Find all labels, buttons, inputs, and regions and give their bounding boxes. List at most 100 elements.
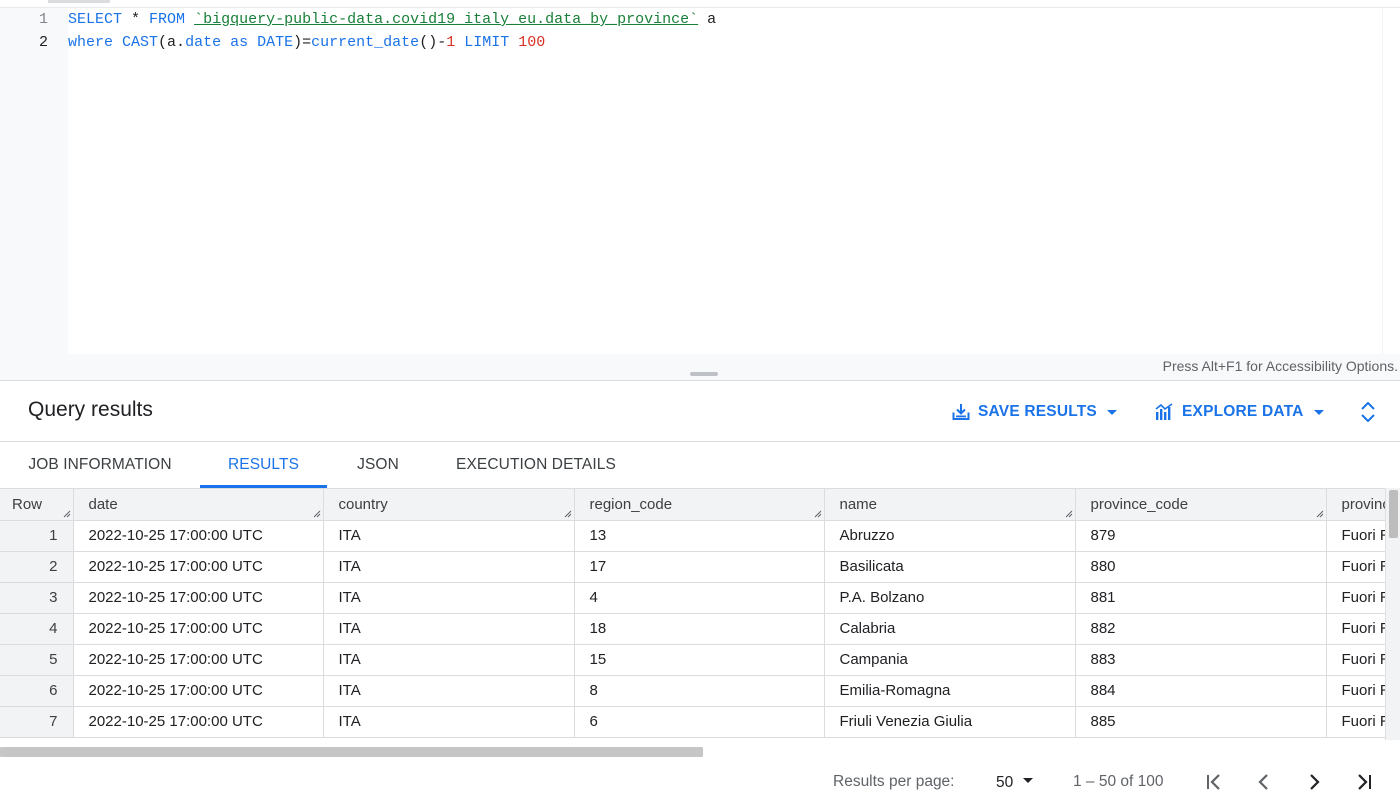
cell-province-code[interactable]: 881 xyxy=(1075,582,1327,614)
explore-data-label: EXPLORE DATA xyxy=(1182,403,1304,420)
keyword-limit: LIMIT xyxy=(464,34,510,51)
cell-date[interactable]: 2022-10-25 17:00:00 UTC xyxy=(73,706,324,738)
table-row[interactable]: 5 2022-10-25 17:00:00 UTC ITA 15 Campania 883… xyxy=(0,644,1385,676)
cell-province-name[interactable]: Fuori Regione / Provincia Autonoma xyxy=(1326,613,1385,645)
cell-country[interactable]: ITA xyxy=(323,675,575,707)
cell-region-code[interactable]: 15 xyxy=(574,644,825,676)
cell-province-code[interactable]: 879 xyxy=(1075,520,1327,552)
cell-name[interactable]: P.A. Bolzano xyxy=(824,582,1076,614)
table-row[interactable]: 6 2022-10-25 17:00:00 UTC ITA 8 Emilia-Romag… xyxy=(0,675,1385,707)
explore-data-button[interactable]: EXPLORE DATA xyxy=(1155,400,1326,424)
scrollbar-thumb[interactable] xyxy=(1389,490,1398,538)
cell-province-code[interactable]: 884 xyxy=(1075,675,1327,707)
cell-province-code[interactable]: 885 xyxy=(1075,706,1327,738)
cell-province-code[interactable]: 880 xyxy=(1075,551,1327,583)
cell-province-code[interactable]: 883 xyxy=(1075,644,1327,676)
column-header-region-code[interactable]: region_code xyxy=(574,489,825,521)
cell-date[interactable]: 2022-10-25 17:00:00 UTC xyxy=(73,520,324,552)
column-header-row[interactable]: Row xyxy=(0,489,74,521)
editor-scrollbar[interactable] xyxy=(1382,8,1400,354)
cell-region-code[interactable]: 18 xyxy=(574,613,825,645)
editor-resize-handle[interactable] xyxy=(690,372,718,376)
cell-name[interactable]: Campania xyxy=(824,644,1076,676)
results-per-page-select[interactable]: 50 xyxy=(996,773,1035,792)
sql-editor[interactable]: 1 2 SELECT * FROM `bigquery-public-data.… xyxy=(0,0,1400,380)
cell-region-code[interactable]: 8 xyxy=(574,675,825,707)
tab-execution-details[interactable]: EXECUTION DETAILS xyxy=(429,442,643,488)
cell-name[interactable]: Friuli Venezia Giulia xyxy=(824,706,1076,738)
table-row[interactable]: 4 2022-10-25 17:00:00 UTC ITA 18 Calabria 882… xyxy=(0,613,1385,645)
cell-name[interactable]: Calabria xyxy=(824,613,1076,645)
column-header-label: date xyxy=(88,495,118,513)
resize-grip-icon[interactable] xyxy=(1064,509,1073,518)
resize-grip-icon[interactable] xyxy=(312,509,321,518)
code-area[interactable]: SELECT * FROM `bigquery-public-data.covi… xyxy=(68,8,1382,354)
resize-grip-icon[interactable] xyxy=(813,509,822,518)
tab-results[interactable]: RESULTS xyxy=(200,442,327,488)
last-page-icon[interactable] xyxy=(1353,771,1375,793)
cell-date[interactable]: 2022-10-25 17:00:00 UTC xyxy=(73,644,324,676)
table-header-row: Row date country region_code name provin… xyxy=(0,489,1385,521)
save-results-button[interactable]: SAVE RESULTS xyxy=(952,400,1119,424)
keyword-where: where xyxy=(68,34,114,51)
table-row[interactable]: 3 2022-10-25 17:00:00 UTC ITA 4 P.A. Bolzano… xyxy=(0,582,1385,614)
cell-province-name[interactable]: Fuori Regione / Provincia Autonoma xyxy=(1326,551,1385,583)
cell-country[interactable]: ITA xyxy=(323,551,575,583)
next-page-icon[interactable] xyxy=(1303,771,1325,793)
editor-divider xyxy=(0,380,1400,381)
tab-job-information[interactable]: JOB INFORMATION xyxy=(0,442,200,488)
cell-name[interactable]: Basilicata xyxy=(824,551,1076,583)
keyword-as: as xyxy=(230,34,249,51)
cell-name[interactable]: Abruzzo xyxy=(824,520,1076,552)
cell-date[interactable]: 2022-10-25 17:00:00 UTC xyxy=(73,613,324,645)
scrollbar-thumb[interactable] xyxy=(0,747,703,757)
cell-region-code[interactable]: 6 xyxy=(574,706,825,738)
cell-region-code[interactable]: 13 xyxy=(574,520,825,552)
table-horizontal-scrollbar[interactable] xyxy=(0,745,1400,757)
resize-grip-icon[interactable] xyxy=(1315,509,1324,518)
cell-province-name[interactable]: Fuori Regione / Provincia Autonoma xyxy=(1326,706,1385,738)
cell-country[interactable]: ITA xyxy=(323,706,575,738)
table-reference[interactable]: `bigquery-public-data.covid19_italy_eu.d… xyxy=(194,11,698,28)
cell-country[interactable]: ITA xyxy=(323,644,575,676)
cell-region-code[interactable]: 17 xyxy=(574,551,825,583)
cell-date[interactable]: 2022-10-25 17:00:00 UTC xyxy=(73,582,324,614)
code-token: )= xyxy=(293,34,312,51)
table-row[interactable]: 2 2022-10-25 17:00:00 UTC ITA 17 Basilicata 8… xyxy=(0,551,1385,583)
first-page-icon[interactable] xyxy=(1203,771,1225,793)
resize-grip-icon[interactable] xyxy=(62,509,71,518)
cell-region-code[interactable]: 4 xyxy=(574,582,825,614)
table-row[interactable]: 7 2022-10-25 17:00:00 UTC ITA 6 Friuli Venez… xyxy=(0,706,1385,738)
line-number-gutter: 1 2 xyxy=(0,8,68,354)
table-row[interactable]: 1 2022-10-25 17:00:00 UTC ITA 13 Abruzzo 879 F… xyxy=(0,520,1385,552)
cell-date[interactable]: 2022-10-25 17:00:00 UTC xyxy=(73,551,324,583)
download-icon xyxy=(952,403,970,421)
cell-country[interactable]: ITA xyxy=(323,520,575,552)
cell-province-name[interactable]: Fuori Regione / Provincia Autonoma xyxy=(1326,675,1385,707)
column-header-label: country xyxy=(338,495,388,513)
cell-province-name[interactable]: Fuori Regione / Provincia Autonoma xyxy=(1326,520,1385,552)
column-header-province-code[interactable]: province_code xyxy=(1075,489,1327,521)
cell-province-name[interactable]: Fuori Regione / Provincia Autonoma xyxy=(1326,582,1385,614)
code-line-1[interactable]: SELECT * FROM `bigquery-public-data.covi… xyxy=(68,8,716,31)
previous-page-icon[interactable] xyxy=(1253,771,1275,793)
expand-collapse-icon[interactable] xyxy=(1358,400,1378,424)
cell-country[interactable]: ITA xyxy=(323,613,575,645)
cell-name[interactable]: Emilia-Romagna xyxy=(824,675,1076,707)
code-line-2[interactable]: where CAST(a.date as DATE)=current_date(… xyxy=(68,31,545,54)
column-header-country[interactable]: country xyxy=(323,489,575,521)
cell-province-code[interactable]: 882 xyxy=(1075,613,1327,645)
table-vertical-scrollbar[interactable] xyxy=(1385,488,1400,740)
resize-grip-icon[interactable] xyxy=(563,509,572,518)
column-header-date[interactable]: date xyxy=(73,489,324,521)
dropdown-arrow-icon xyxy=(1105,405,1119,419)
cell-province-name[interactable]: Fuori Regione / Provincia Autonoma xyxy=(1326,644,1385,676)
tab-json[interactable]: JSON xyxy=(327,442,429,488)
column-header-province-name[interactable]: province_name xyxy=(1326,489,1385,521)
cell-country[interactable]: ITA xyxy=(323,582,575,614)
cell-date[interactable]: 2022-10-25 17:00:00 UTC xyxy=(73,675,324,707)
column-header-name[interactable]: name xyxy=(824,489,1076,521)
